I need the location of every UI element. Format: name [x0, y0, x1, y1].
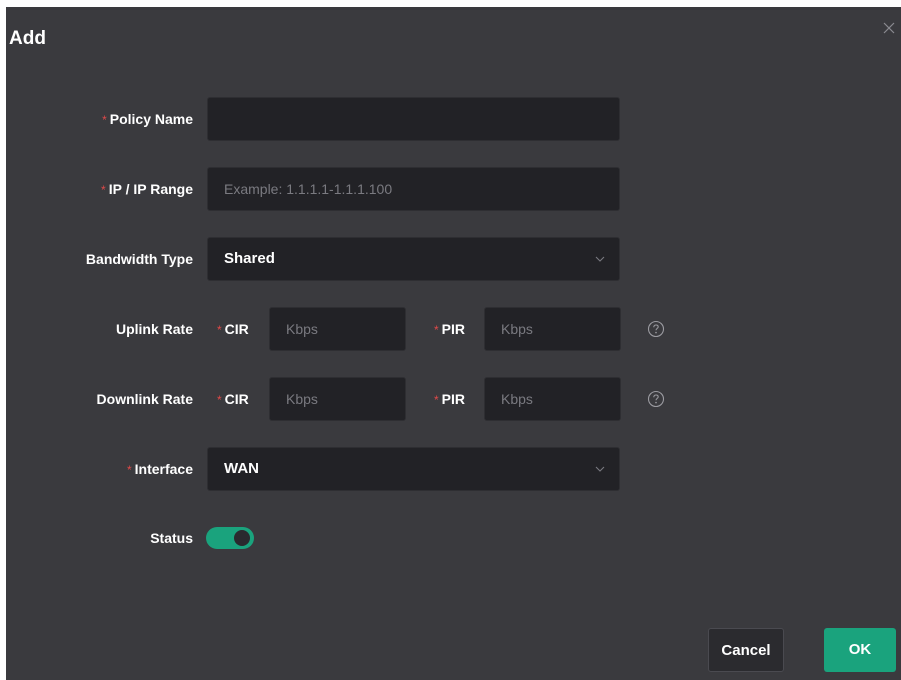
uplink-pir-label: PIR: [441, 321, 466, 337]
ip-range-label: IP / IP Range: [108, 181, 193, 197]
bandwidth-type-select[interactable]: Shared: [207, 237, 620, 281]
uplink-pir-input[interactable]: [484, 307, 621, 351]
interface-row: * Interface WAN: [6, 447, 901, 491]
bandwidth-type-label: Bandwidth Type: [85, 251, 193, 267]
interface-value: WAN: [224, 460, 259, 477]
ip-range-input[interactable]: [207, 167, 620, 211]
status-row: Status: [6, 516, 901, 560]
status-toggle[interactable]: [206, 527, 254, 549]
add-policy-dialog: Add *Policy Name *IP / IP Range Bandwidt…: [6, 7, 901, 680]
interface-select[interactable]: WAN: [207, 447, 620, 491]
policy-name-input[interactable]: [207, 97, 620, 141]
question-circle-icon[interactable]: [647, 390, 665, 408]
required-marker: *: [434, 323, 439, 337]
downlink-cir-label: CIR: [224, 391, 249, 407]
chevron-down-icon: [595, 256, 605, 262]
required-marker: *: [217, 393, 222, 407]
toggle-knob: [234, 530, 250, 546]
required-marker: *: [101, 183, 106, 197]
required-marker: *: [434, 393, 439, 407]
policy-name-row: * Policy Name: [6, 97, 901, 141]
ip-range-row: * IP / IP Range: [6, 167, 901, 211]
question-circle-icon[interactable]: [647, 320, 665, 338]
downlink-rate-row: Downlink Rate *CIR *PIR: [6, 377, 901, 421]
required-marker: *: [217, 323, 222, 337]
dialog-title: Add: [9, 28, 46, 49]
cancel-button[interactable]: Cancel: [708, 628, 784, 672]
uplink-rate-label: Uplink Rate: [115, 321, 193, 337]
status-label: Status: [150, 530, 193, 546]
bandwidth-type-value: Shared: [224, 250, 275, 267]
uplink-rate-row: Uplink Rate *CIR *PIR: [6, 307, 901, 351]
bandwidth-type-row: Bandwidth Type Shared: [6, 237, 901, 281]
downlink-pir-label: PIR: [441, 391, 466, 407]
uplink-cir-input[interactable]: [269, 307, 406, 351]
downlink-rate-label: Downlink Rate: [96, 391, 193, 407]
downlink-pir-input[interactable]: [484, 377, 621, 421]
policy-name-label: Policy Name: [109, 111, 193, 127]
close-icon[interactable]: [881, 20, 897, 36]
chevron-down-icon: [595, 466, 605, 472]
required-marker: *: [102, 113, 107, 127]
interface-label: Interface: [134, 461, 193, 477]
ok-button[interactable]: OK: [824, 628, 896, 672]
required-marker: *: [126, 463, 132, 477]
uplink-cir-label: CIR: [224, 321, 249, 337]
downlink-cir-input[interactable]: [269, 377, 406, 421]
